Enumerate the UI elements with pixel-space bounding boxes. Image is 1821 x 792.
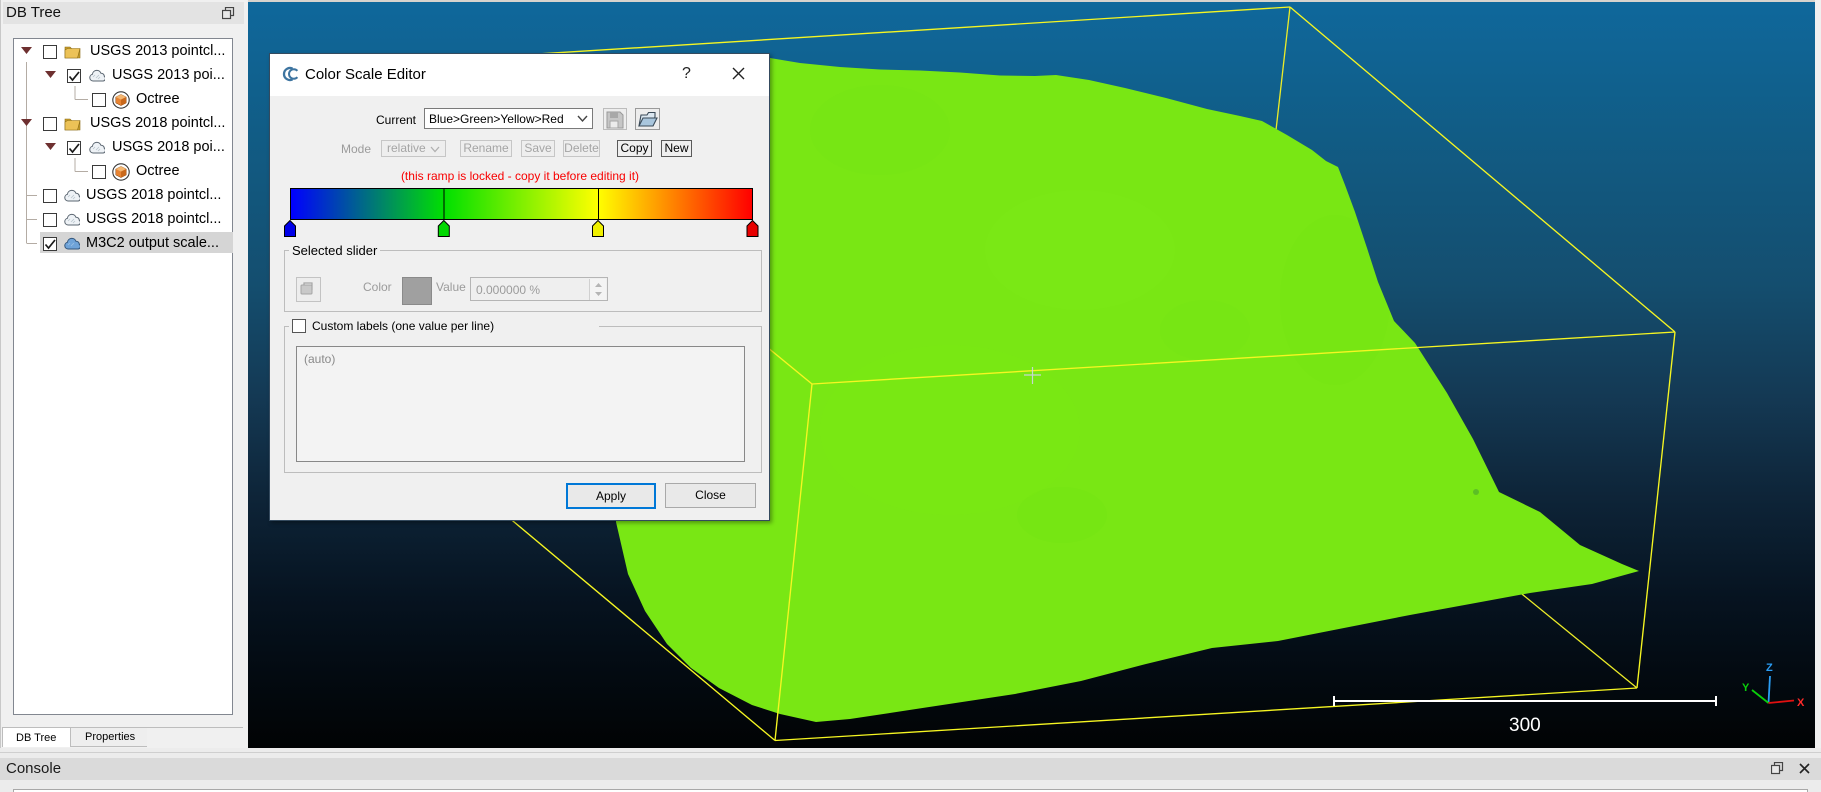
svg-text:Y: Y (1742, 682, 1750, 694)
svg-text:X: X (1797, 697, 1805, 709)
svg-text:Z: Z (1766, 662, 1773, 674)
svg-text:300: 300 (1509, 715, 1541, 736)
